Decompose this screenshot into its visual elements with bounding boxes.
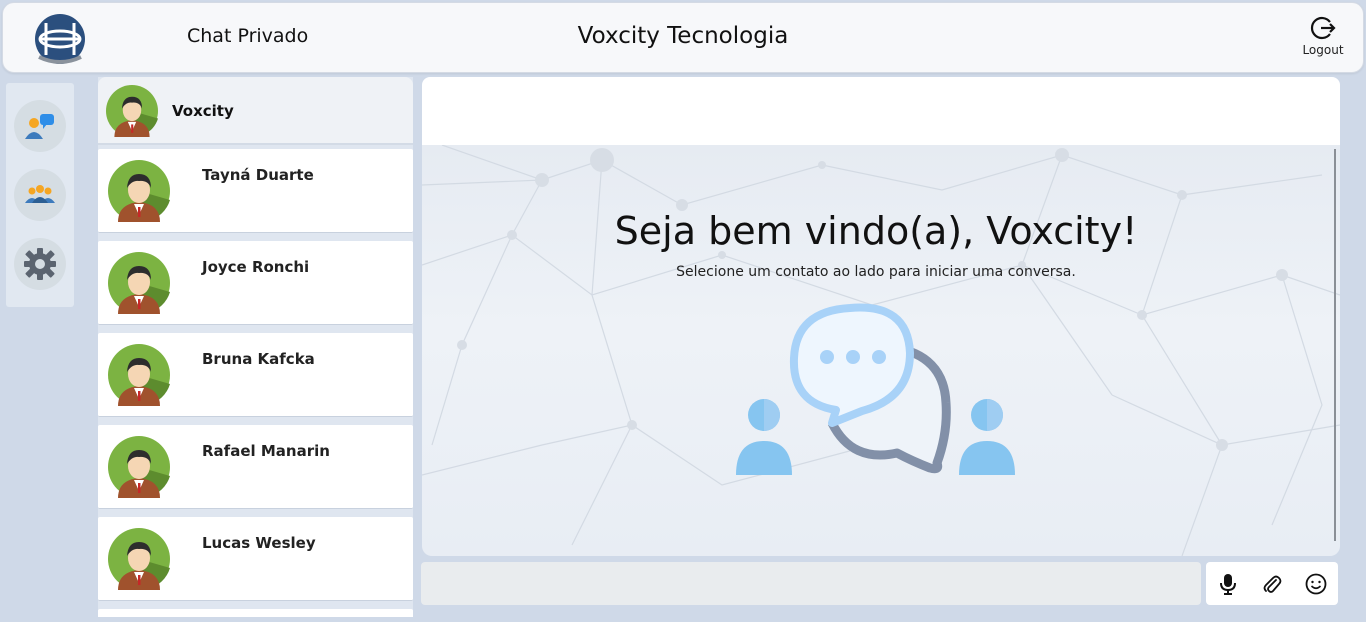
contact-name: Lucas Wesley <box>202 534 316 552</box>
microphone-icon <box>1220 573 1236 595</box>
contact-item[interactable]: Rafael Manarin <box>98 425 413 509</box>
company-title: Voxcity Tecnologia <box>577 23 789 49</box>
chat-users-icon <box>25 114 54 139</box>
avatar-icon <box>108 436 170 498</box>
group-icon <box>25 185 55 203</box>
contact-name: Bruna Kafcka <box>202 350 315 368</box>
top-header: Chat Privado Voxcity Tecnologia Logout <box>2 2 1364 73</box>
message-input[interactable] <box>421 562 1201 605</box>
contact-name: Tayná Duarte <box>202 166 314 184</box>
gear-icon <box>24 248 56 280</box>
composer-tools <box>1206 562 1338 605</box>
side-rail <box>6 83 74 307</box>
settings-nav-button[interactable] <box>14 238 66 290</box>
current-user-card: Voxcity <box>98 77 413 145</box>
scrollbar[interactable] <box>1334 149 1336 541</box>
paperclip-icon <box>1263 575 1282 593</box>
emoji-button[interactable] <box>1302 570 1330 598</box>
chat-welcome-panel: Seja bem vindo(a), Voxcity! Selecione um… <box>422 145 1340 556</box>
contact-list: Voxcity Tayná Duarte Joyce Ronchi Bruna … <box>98 77 413 617</box>
contact-item[interactable]: Tayná Duarte <box>98 149 413 233</box>
logout-icon <box>1310 16 1336 40</box>
chat-header <box>422 77 1340 145</box>
groups-nav-button[interactable] <box>14 169 66 221</box>
avatar-icon <box>108 160 170 222</box>
avatar-icon <box>108 252 170 314</box>
avatar-icon <box>106 85 158 137</box>
microphone-button[interactable] <box>1214 570 1242 598</box>
avatar-icon <box>108 344 170 406</box>
contact-name: Joyce Ronchi <box>202 258 310 276</box>
contact-item[interactable]: Lucas Wesley <box>98 517 413 601</box>
welcome-title: Seja bem vindo(a), Voxcity! <box>614 209 1138 253</box>
logout-button[interactable]: Logout <box>1301 15 1345 57</box>
emoji-icon <box>1305 573 1327 594</box>
avatar-icon <box>108 528 170 590</box>
contact-item[interactable]: Bruna Kafcka <box>98 333 413 417</box>
current-user-name: Voxcity <box>172 102 234 120</box>
chat-illustration <box>736 303 1015 475</box>
contact-item[interactable]: Joyce Ronchi <box>98 241 413 325</box>
contact-name: Rafael Manarin <box>202 442 330 460</box>
attach-button[interactable] <box>1258 570 1286 598</box>
logout-label: Logout <box>1302 43 1344 57</box>
welcome-subtitle: Selecione um contato ao lado para inicia… <box>676 264 1076 280</box>
contact-item-partial[interactable] <box>98 609 413 617</box>
private-chat-nav-button[interactable] <box>14 100 66 152</box>
